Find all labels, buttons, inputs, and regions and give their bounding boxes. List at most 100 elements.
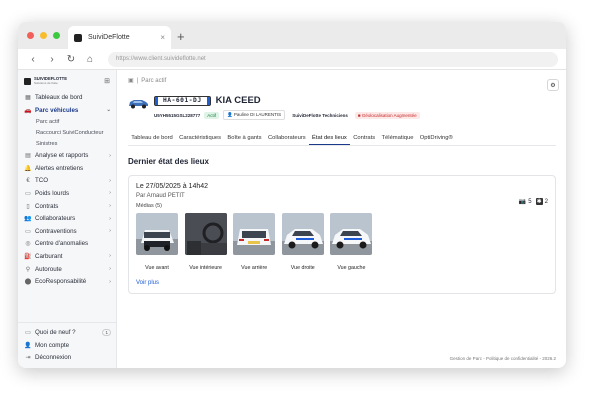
vehicle-photo-vue-arri-re[interactable] <box>233 213 276 260</box>
sidebar-item-label: Parc véhicules <box>35 106 79 114</box>
vehicle-photo-vue-gauche[interactable] <box>330 213 373 260</box>
brand[interactable]: SUIVIDEFLOTTE Solutions de flotte ⊞ <box>18 70 116 91</box>
sidebar-item-contraventions[interactable]: ▭ Contraventions › <box>18 225 116 238</box>
vehicle-photo-vue-avant[interactable] <box>136 213 178 260</box>
vehicle-meta: U5YH5515GSL228777 Actif 👤 Pauline DI LAU… <box>154 110 420 120</box>
breadcrumb-separator: | <box>136 77 139 84</box>
vehicle-photo-vue-droite[interactable] <box>281 213 324 260</box>
user-icon: 👤 <box>24 342 32 349</box>
sidebar-bottom-item[interactable]: ▭ Quoi de neuf ? 1 <box>18 326 116 339</box>
sidebar-item-contrats[interactable]: ▯ Contrats › <box>18 200 116 213</box>
sidebar-item-autoroute[interactable]: ⚲ Autoroute › <box>18 263 116 276</box>
sidebar-subitem[interactable]: Raccourci SuiviConducteur <box>18 127 116 138</box>
vehicle-thumbnail-icon <box>129 100 148 109</box>
truck-icon: ▭ <box>25 190 31 197</box>
document-icon: ▯ <box>26 203 30 210</box>
news-icon: ▭ <box>25 330 31 337</box>
sidebar-item-analyse-et-rapports[interactable]: ▤ Analyse et rapports › <box>18 149 116 162</box>
sidebar-item-tco[interactable]: € TCO › <box>18 175 116 188</box>
sidebar-item-carburant[interactable]: ⛽ Carburant › <box>18 250 116 263</box>
photo-thumbnail[interactable]: Vue droite <box>281 213 324 271</box>
car-icon: 🚗 <box>24 107 32 114</box>
driver-name: Pauline DI LAURENTIS <box>233 112 282 117</box>
sidebar-item-parc-v-hicules[interactable]: 🚗 Parc véhicules ⌄ <box>18 104 116 117</box>
browser-toolbar: ‹ › ↻ ⌂ https://www.client.suivideflotte… <box>18 49 566 70</box>
sidebar-bottom-item[interactable]: 👤 Mon compte <box>18 339 116 352</box>
news-count-badge: 1 <box>102 329 111 337</box>
chevron-right-icon: › <box>109 228 111 235</box>
minimize-window-button[interactable] <box>40 32 47 39</box>
sidebar-item-label: EcoResponsabilité <box>35 278 87 286</box>
chevron-right-icon: › <box>109 203 111 210</box>
sidebar-subitem[interactable]: Parc actif <box>18 116 116 127</box>
favicon-icon <box>74 33 82 42</box>
sidebar-item-label: TCO <box>35 177 49 185</box>
chevron-right-icon: › <box>109 190 111 197</box>
new-tab-button[interactable]: + <box>177 29 185 44</box>
camera-icon: 📷 <box>518 199 527 205</box>
photo-thumbnail[interactable]: Vue arrière <box>233 213 276 271</box>
sidebar-item-tableaux-de-bord[interactable]: ▦ Tableaux de bord <box>18 91 116 104</box>
dashboard-icon: ▦ <box>25 95 31 101</box>
forward-arrow-icon[interactable]: › <box>45 54 59 65</box>
browser-tab[interactable]: SuiviDeFlotte × <box>68 26 171 49</box>
photo-thumbnail[interactable]: Vue gauche <box>330 213 373 271</box>
photo-caption: Vue droite <box>290 265 315 271</box>
fuel-icon: ⛽ <box>24 253 32 260</box>
breadcrumb-current[interactable]: Parc actif <box>141 78 166 84</box>
photo-thumbnail[interactable]: Vue intérieure <box>184 213 227 271</box>
sidebar-item-label: Contraventions <box>35 227 77 235</box>
tab-bo-te-gants[interactable]: Boîte à gants <box>224 131 265 145</box>
sidebar-item-label: Autoroute <box>35 265 62 273</box>
driver-badge[interactable]: 👤 Pauline DI LAURENTIS <box>223 110 286 120</box>
sidebar-item-alertes-entretiens[interactable]: 🔔 Alertes entretiens <box>18 162 116 175</box>
back-arrow-icon[interactable]: ‹ <box>26 54 40 65</box>
sidebar-subitem[interactable]: Sinistres <box>18 138 116 149</box>
plate-number: HA-601-DJ <box>163 97 202 104</box>
tab-contrats[interactable]: Contrats <box>350 131 378 145</box>
photo-thumbnail[interactable]: Vue avant <box>136 213 178 271</box>
sidebar-toggle-icon[interactable]: ▣ <box>128 77 134 84</box>
tab-caract-ristiques[interactable]: Caractéristiques <box>176 131 224 145</box>
sidebar-item-label: Alertes entretiens <box>35 164 84 172</box>
sidebar-bottom-item[interactable]: ⇥ Déconnexion <box>18 351 116 364</box>
tab--tat-des-lieux[interactable]: État des lieux <box>308 131 351 145</box>
chevron-right-icon: › <box>109 253 111 260</box>
sidebar-item-label: Centre d'anomalies <box>35 240 89 248</box>
sidebar-item-label: Analyse et rapports <box>35 152 89 160</box>
tab-title: SuiviDeFlotte <box>88 34 130 41</box>
tab-collaborateurs[interactable]: Collaborateurs <box>265 131 309 145</box>
maximize-window-button[interactable] <box>53 32 60 39</box>
tab-optidriving-[interactable]: OptiDriving® <box>417 131 456 145</box>
chevron-right-icon: › <box>109 177 111 184</box>
settings-gear-button[interactable]: ⚙ <box>547 79 559 91</box>
logout-icon: ⇥ <box>25 355 31 362</box>
apps-grid-icon[interactable]: ⊞ <box>104 77 110 85</box>
sidebar-item-collaborateurs[interactable]: 👥 Collaborateurs › <box>18 212 116 225</box>
sidebar-item-centre-d-anomalies[interactable]: ◎ Centre d'anomalies <box>18 238 116 251</box>
sidebar-item-label: Déconnexion <box>35 354 72 362</box>
reload-icon[interactable]: ↻ <box>64 54 78 65</box>
tab-tableau-de-bord[interactable]: Tableau de bord <box>128 131 176 145</box>
damage-count: 2 <box>544 198 548 205</box>
close-window-button[interactable] <box>27 32 34 39</box>
tab-close-icon[interactable]: × <box>160 33 165 42</box>
chevron-right-icon: › <box>109 152 111 159</box>
tab-t-l-matique[interactable]: Télématique <box>378 131 416 145</box>
address-bar[interactable]: https://www.client.suivideflotte.net <box>108 51 558 67</box>
sidebar-item-label: Carburant <box>35 252 63 260</box>
home-icon[interactable]: ⌂ <box>83 54 97 65</box>
leaf-icon: ⬤ <box>24 279 32 286</box>
inspection-date: Le 27/05/2025 à 14h42 <box>136 183 209 190</box>
sidebar-item-ecoresponsabilit-[interactable]: ⬤ EcoResponsabilité › <box>18 275 116 288</box>
vehicle-photo-vue-int-rieure[interactable] <box>184 213 227 260</box>
geoloc-label: Géolocalisation Augmentée <box>361 112 417 118</box>
inspection-card: Le 27/05/2025 à 14h42 Par Arnaud PETIT 📷… <box>128 175 556 294</box>
brand-subtitle: Solutions de flotte <box>34 81 58 86</box>
road-icon: ⚲ <box>25 266 31 273</box>
see-more-link[interactable]: Voir plus <box>136 280 548 286</box>
main-content: ▣ | Parc actif ⚙ HA-601-DJ KIA CEED U5YH… <box>117 70 566 368</box>
ticket-icon: ▭ <box>25 228 31 235</box>
sidebar-item-poids-lourds[interactable]: ▭ Poids lourds › <box>18 187 116 200</box>
photo-caption: Vue gauche <box>337 265 366 271</box>
